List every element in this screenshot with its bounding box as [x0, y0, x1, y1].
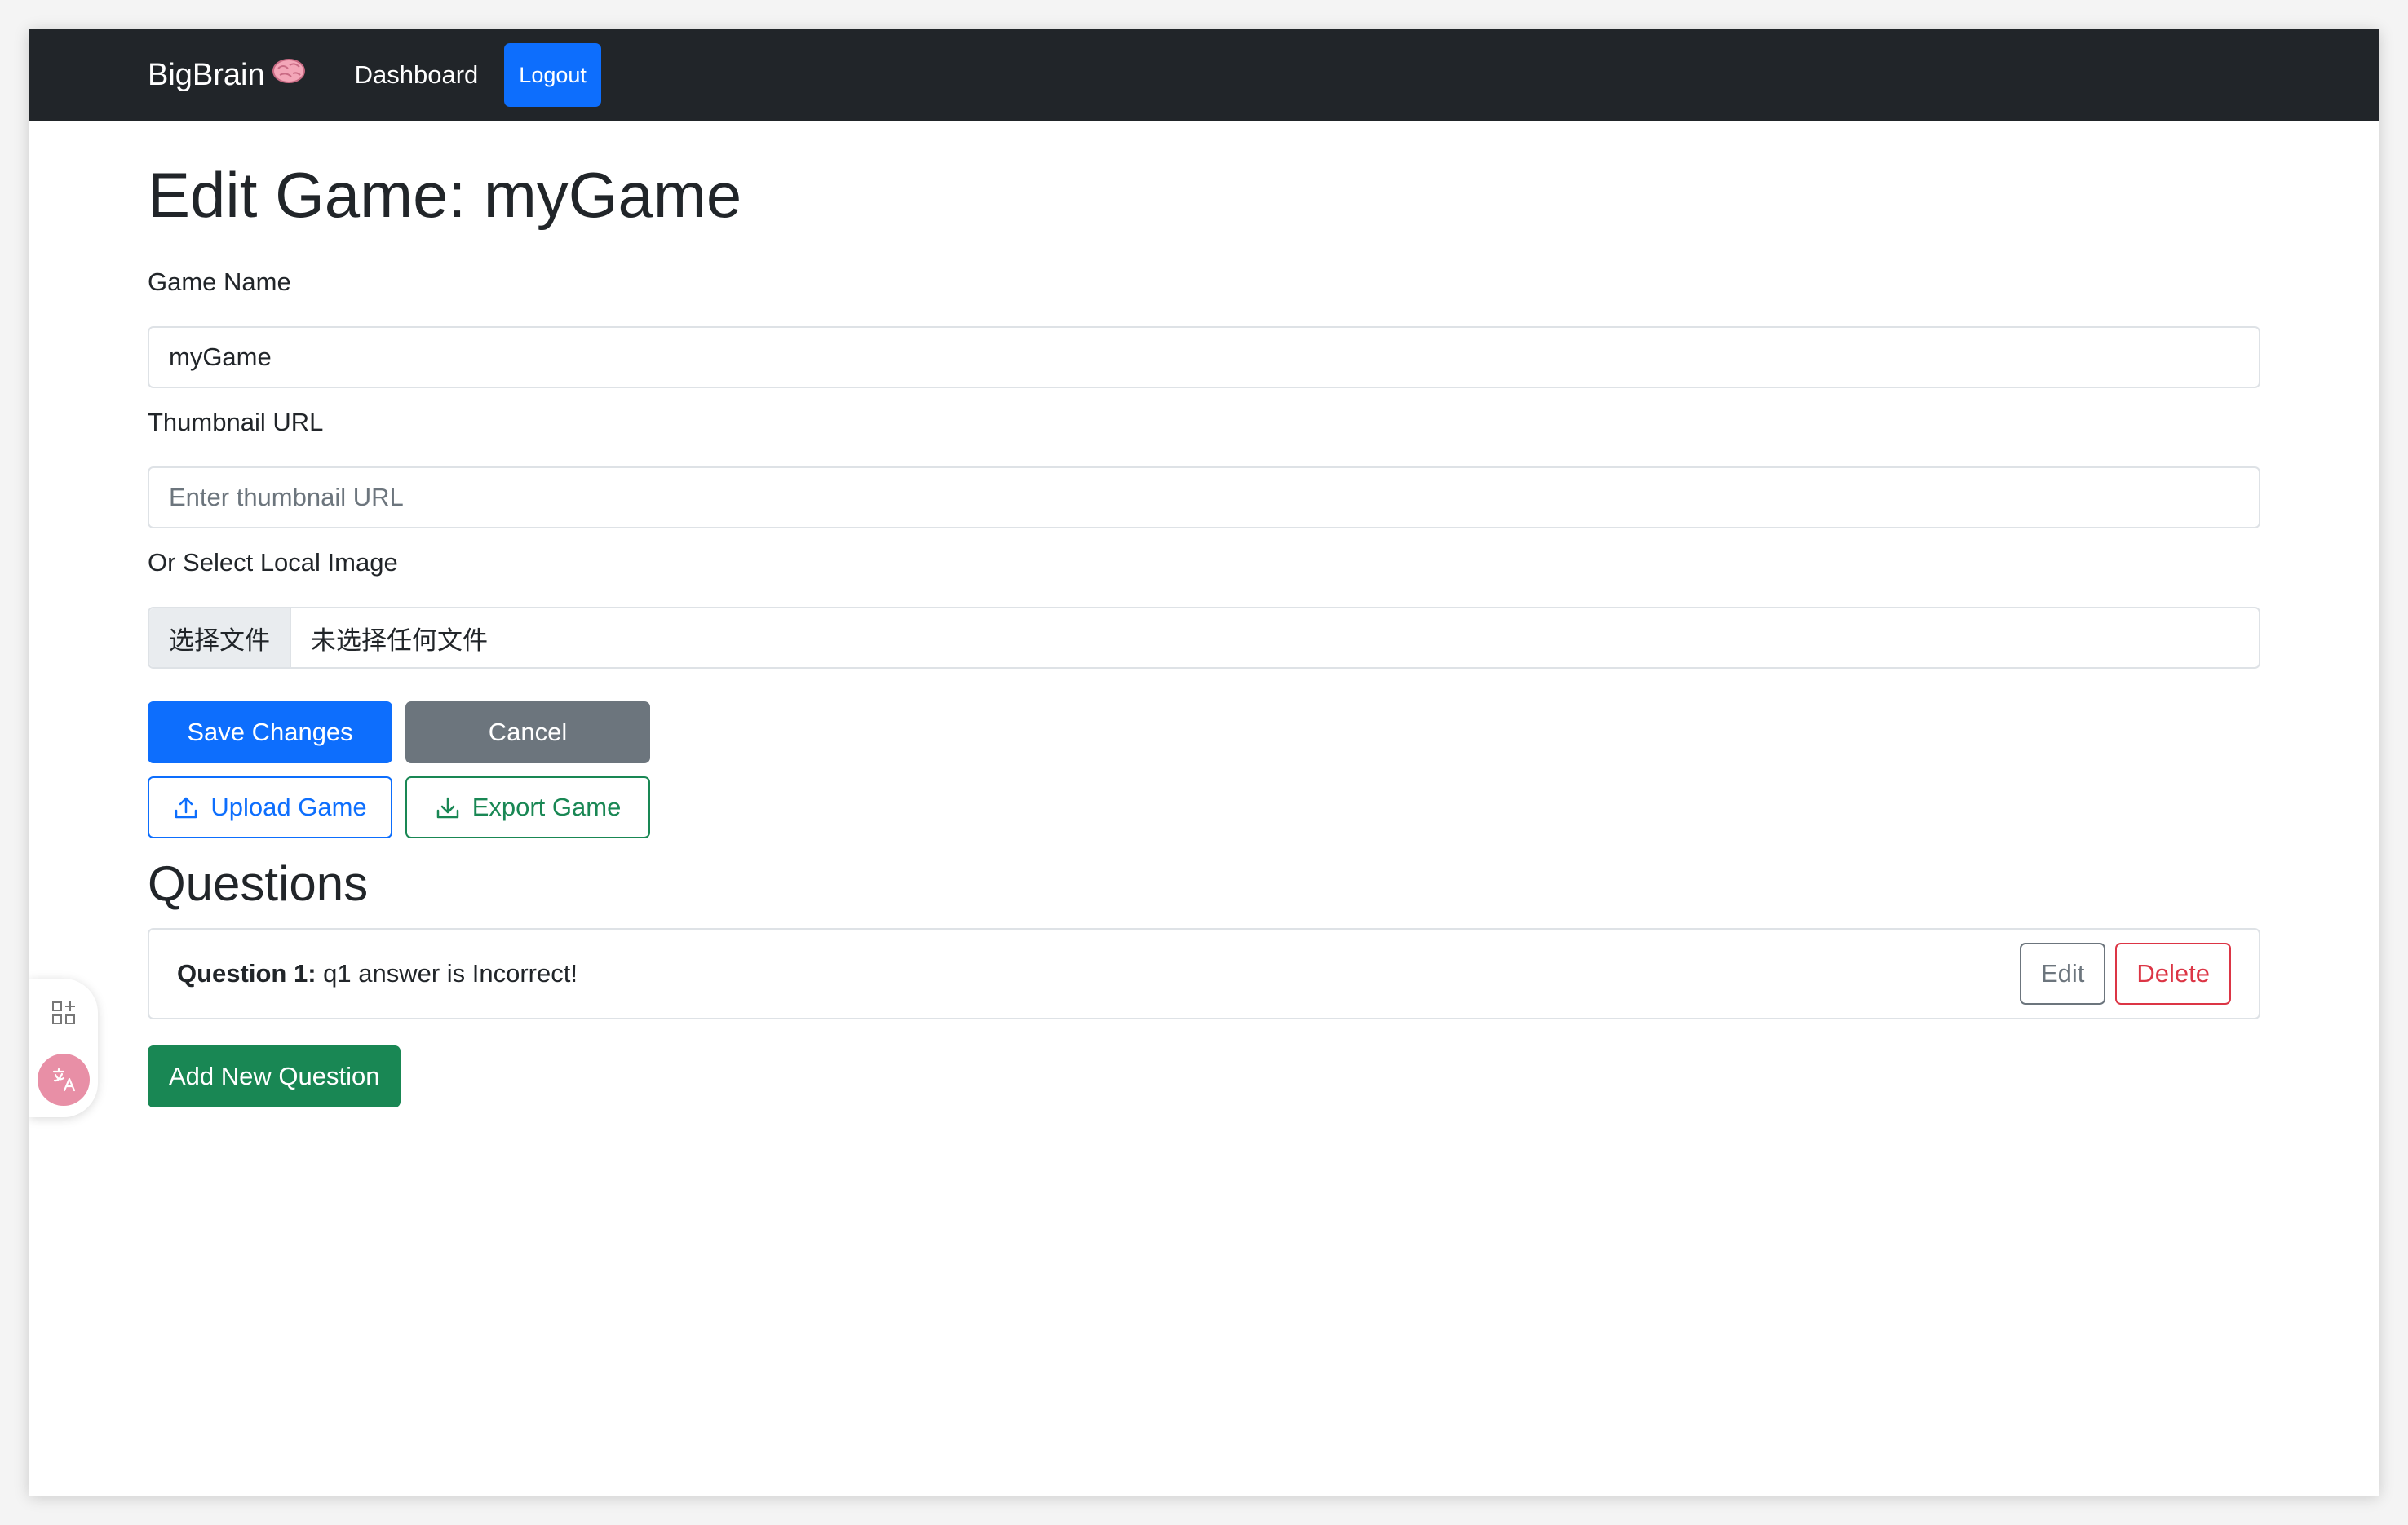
apps-add-icon[interactable]	[38, 987, 90, 1039]
file-status-text: 未选择任何文件	[311, 625, 488, 655]
export-game-label: Export Game	[471, 793, 622, 821]
add-question-button[interactable]: Add New Question	[148, 1045, 401, 1107]
nav-dashboard-link[interactable]: Dashboard	[355, 60, 479, 90]
game-name-value: myGame	[169, 343, 272, 371]
export-game-button[interactable]: Export Game	[405, 776, 650, 838]
brain-icon	[272, 57, 306, 93]
logout-button[interactable]: Logout	[504, 43, 601, 107]
thumbnail-url-label: Thumbnail URL	[148, 408, 324, 436]
floating-toolbar	[29, 979, 98, 1117]
delete-question-button[interactable]: Delete	[2115, 943, 2231, 1005]
upload-icon	[173, 794, 199, 820]
question-text: Question 1: q1 answer is Incorrect!	[177, 959, 2020, 988]
download-icon	[435, 794, 461, 820]
translate-icon[interactable]	[38, 1054, 90, 1106]
brand-logo[interactable]: BigBrain	[148, 57, 306, 93]
game-name-input[interactable]: myGame	[148, 326, 2260, 388]
save-changes-button[interactable]: Save Changes	[148, 701, 392, 763]
edit-question-button[interactable]: Edit	[2019, 943, 2106, 1005]
local-image-file-input[interactable]: 选择文件 未选择任何文件	[148, 607, 2260, 669]
main-content: Edit Game: myGame Game Name myGame Thumb…	[148, 121, 2260, 1107]
upload-game-label: Upload Game	[210, 793, 367, 821]
brand-name: BigBrain	[148, 57, 265, 92]
cancel-button[interactable]: Cancel	[405, 701, 650, 763]
question-number: Question 1:	[177, 959, 316, 988]
local-image-label: Or Select Local Image	[148, 548, 398, 577]
thumbnail-url-placeholder: Enter thumbnail URL	[169, 483, 404, 511]
choose-file-button[interactable]: 选择文件	[149, 608, 291, 667]
page-title: Edit Game: myGame	[148, 159, 742, 231]
thumbnail-url-input[interactable]: Enter thumbnail URL	[148, 466, 2260, 528]
question-body: q1 answer is Incorrect!	[316, 959, 578, 988]
game-name-label: Game Name	[148, 267, 291, 296]
upload-game-button[interactable]: Upload Game	[148, 776, 392, 838]
browser-window: BigBrain Dashboard Logout Edit Game: myG…	[29, 29, 2379, 1496]
questions-heading: Questions	[148, 856, 369, 911]
top-navbar: BigBrain Dashboard Logout	[29, 29, 2379, 121]
question-card: Question 1: q1 answer is Incorrect! Edit…	[148, 928, 2260, 1019]
